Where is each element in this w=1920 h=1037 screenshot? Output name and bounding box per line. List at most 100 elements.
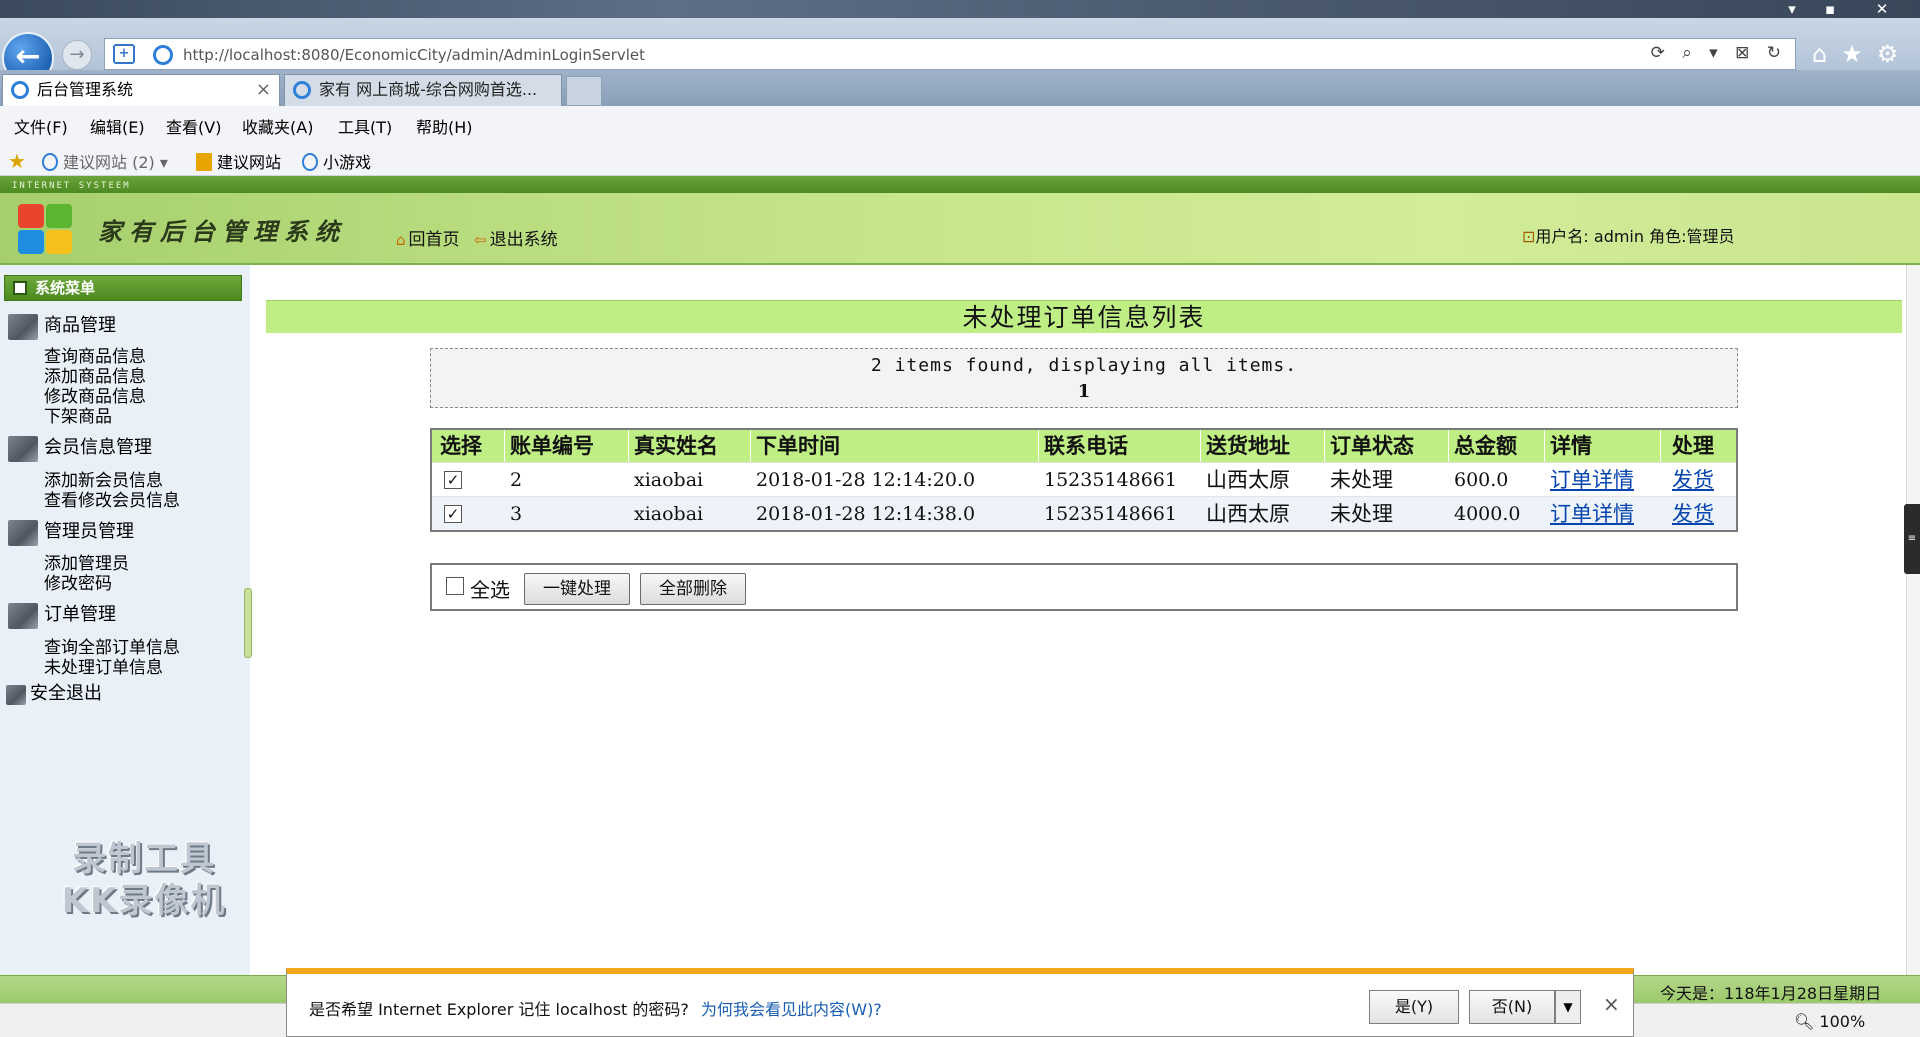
notification-why-link[interactable]: 为何我会看见此内容(W)? bbox=[701, 996, 882, 1020]
restore-icon[interactable]: ▪ bbox=[1814, 0, 1846, 18]
sidebar-header: 系统菜单 bbox=[4, 275, 242, 301]
table-row: ✓ 2 xiaobai 2018-01-28 12:14:20.0 152351… bbox=[432, 462, 1736, 496]
today-date: 今天是：118年1月28日星期日 bbox=[1660, 984, 1882, 1003]
address-bar[interactable]: + http://localhost:8080/EconomicCity/adm… bbox=[104, 38, 1796, 70]
close-window-icon[interactable]: ✕ bbox=[1866, 0, 1898, 18]
menu-file[interactable]: 文件(F) bbox=[14, 114, 68, 138]
home-icon: ⌂ bbox=[396, 231, 406, 249]
sidebar-item-add-member[interactable]: 添加新会员信息 bbox=[44, 471, 163, 491]
close-icon[interactable]: × bbox=[1603, 992, 1620, 1016]
sidebar-item-change-password[interactable]: 修改密码 bbox=[44, 574, 112, 594]
fav-label: 小游戏 bbox=[323, 153, 372, 172]
delete-all-button[interactable]: 全部删除 bbox=[640, 573, 746, 605]
fav-suggested-sites-dropdown[interactable]: 建议网站 (2) ▾ bbox=[42, 149, 168, 173]
bing-icon bbox=[196, 153, 212, 171]
side-panel-tab[interactable]: ≡ bbox=[1904, 504, 1920, 574]
ie-fav-icon bbox=[42, 153, 58, 171]
sidebar-item-remove-product[interactable]: 下架商品 bbox=[44, 407, 112, 427]
cell-order-time: 2018-01-28 12:14:20.0 bbox=[756, 469, 976, 491]
menu-edit[interactable]: 编辑(E) bbox=[90, 114, 145, 138]
save-password-notification: 是否希望 Internet Explorer 记住 localhost 的密码?… bbox=[286, 968, 1634, 1037]
book-icon bbox=[8, 436, 38, 462]
address-url[interactable]: http://localhost:8080/EconomicCity/admin… bbox=[183, 46, 645, 64]
row-checkbox[interactable]: ✓ bbox=[444, 505, 462, 523]
process-all-button[interactable]: 一键处理 bbox=[524, 573, 630, 605]
order-detail-link[interactable]: 订单详情 bbox=[1550, 497, 1634, 530]
nav-home-link[interactable]: ⌂ 回首页 bbox=[396, 225, 460, 250]
sidebar-section-admins[interactable]: 管理员管理 bbox=[8, 518, 134, 548]
sidebar-header-label: 系统菜单 bbox=[35, 279, 96, 297]
nav-logout-label: 退出系统 bbox=[489, 230, 558, 250]
tab-shop-home[interactable]: 家有 网上商城-综合网购首选... bbox=[284, 74, 562, 106]
browser-tool-icons[interactable]: ⌂★⚙ bbox=[1812, 40, 1912, 68]
menu-help[interactable]: 帮助(H) bbox=[416, 114, 473, 138]
section-label: 订单管理 bbox=[44, 604, 116, 625]
ship-link[interactable]: 发货 bbox=[1672, 463, 1714, 496]
fav-suggested-sites[interactable]: 建议网站 bbox=[196, 149, 281, 173]
col-real-name: 真实姓名 bbox=[634, 434, 718, 458]
select-all-checkbox[interactable] bbox=[446, 577, 464, 595]
window-titlebar bbox=[0, 0, 1920, 18]
fav-mini-games[interactable]: 小游戏 bbox=[302, 149, 371, 173]
page-scrollbar[interactable] bbox=[1906, 265, 1920, 975]
nav-home-label: 回首页 bbox=[408, 230, 460, 250]
exit-icon: ⇦ bbox=[474, 231, 487, 249]
nav-logout-link[interactable]: ⇦ 退出系统 bbox=[474, 225, 558, 250]
menu-tools[interactable]: 工具(T) bbox=[338, 114, 392, 138]
windows-logo-icon bbox=[16, 202, 76, 258]
notification-yes-button[interactable]: 是(Y) bbox=[1369, 990, 1459, 1024]
bulk-action-bar: 全选 一键处理 全部删除 bbox=[430, 563, 1738, 611]
zoom-control[interactable]: 🔍︎ 100% bbox=[1794, 1012, 1865, 1031]
sidebar-item-edit-member[interactable]: 查看修改会员信息 bbox=[44, 491, 180, 511]
fav-label: 建议网站 (2) bbox=[63, 153, 155, 172]
minimize-icon[interactable]: ▾ bbox=[1776, 0, 1808, 18]
app-title: 家有后台管理系统 bbox=[98, 217, 346, 246]
new-tab-button[interactable] bbox=[566, 76, 602, 106]
zoom-level: 100% bbox=[1819, 1012, 1866, 1031]
cell-real-name: xiaobai bbox=[634, 469, 704, 491]
sidebar-item-add-admin[interactable]: 添加管理员 bbox=[44, 554, 129, 574]
sidebar-item-add-product[interactable]: 添加商品信息 bbox=[44, 367, 146, 387]
tab-admin-system[interactable]: 后台管理系统 × bbox=[2, 74, 280, 106]
select-all-label[interactable]: 全选 bbox=[470, 574, 510, 603]
cell-phone: 15235148661 bbox=[1044, 503, 1177, 525]
cell-real-name: xiaobai bbox=[634, 503, 704, 525]
sidebar-item-pending-orders[interactable]: 未处理订单信息 bbox=[44, 658, 163, 678]
col-total: 总金额 bbox=[1454, 434, 1517, 458]
fav-label: 建议网站 bbox=[217, 153, 282, 172]
table-row: ✓ 3 xiaobai 2018-01-28 12:14:38.0 152351… bbox=[432, 496, 1736, 530]
table-header-row: 选择 账单编号 真实姓名 下单时间 联系电话 送货地址 订单状态 总金额 详情 … bbox=[432, 430, 1736, 462]
sidebar-item-all-orders[interactable]: 查询全部订单信息 bbox=[44, 638, 180, 658]
watermark-line-2: KK录像机 bbox=[61, 881, 227, 921]
sidebar-logout[interactable]: 安全退出 bbox=[6, 680, 102, 710]
menu-view[interactable]: 查看(V) bbox=[166, 114, 221, 138]
notification-no-button[interactable]: 否(N) bbox=[1469, 990, 1555, 1024]
sidebar-section-orders[interactable]: 订单管理 bbox=[8, 601, 116, 631]
cell-total: 4000.0 bbox=[1454, 503, 1521, 525]
cell-order-time: 2018-01-28 12:14:38.0 bbox=[756, 503, 976, 525]
cell-address: 山西太原 bbox=[1206, 502, 1290, 526]
favorites-bar bbox=[0, 142, 1920, 176]
sidebar-section-members[interactable]: 会员信息管理 bbox=[8, 434, 152, 464]
ship-link[interactable]: 发货 bbox=[1672, 497, 1714, 530]
favorites-star-icon[interactable]: ★ bbox=[8, 149, 26, 173]
menu-favorites[interactable]: 收藏夹(A) bbox=[242, 114, 313, 138]
sidebar-resize-handle[interactable] bbox=[244, 588, 252, 658]
col-phone: 联系电话 bbox=[1044, 434, 1128, 458]
tab-label: 家有 网上商城-综合网购首选... bbox=[319, 80, 538, 99]
page-number[interactable]: 1 bbox=[431, 381, 1737, 402]
book-icon bbox=[8, 520, 38, 546]
forward-button[interactable]: → bbox=[62, 40, 92, 70]
order-detail-link[interactable]: 订单详情 bbox=[1550, 463, 1634, 496]
sidebar-item-query-products[interactable]: 查询商品信息 bbox=[44, 347, 146, 367]
col-action: 处理 bbox=[1672, 434, 1714, 458]
sidebar-item-edit-product[interactable]: 修改商品信息 bbox=[44, 387, 146, 407]
compat-view-icon[interactable]: + bbox=[113, 44, 135, 64]
sidebar-section-products[interactable]: 商品管理 bbox=[8, 312, 116, 342]
row-checkbox[interactable]: ✓ bbox=[444, 471, 462, 489]
chevron-down-icon[interactable]: ▼ bbox=[1555, 990, 1581, 1024]
close-tab-icon[interactable]: × bbox=[256, 75, 271, 105]
book-icon bbox=[8, 314, 38, 340]
section-label: 会员信息管理 bbox=[44, 437, 152, 458]
address-tools-icons[interactable]: ⟳ ⌕ ▾ ⊠ ↻ bbox=[1651, 43, 1787, 63]
